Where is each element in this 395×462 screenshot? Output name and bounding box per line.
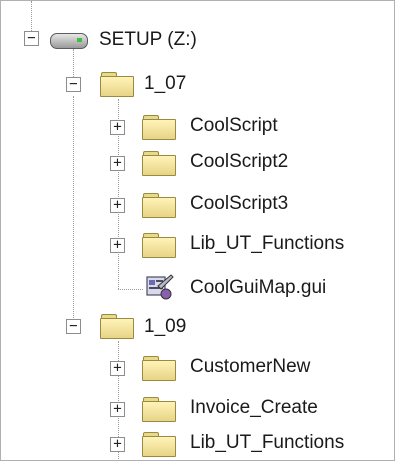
tree-node-invoice-create[interactable]: + Invoice_Create: [1, 391, 395, 427]
tree-node-lib-ut-functions[interactable]: + Lib_UT_Functions: [1, 227, 395, 263]
folder-icon: [142, 395, 176, 422]
collapse-toggle[interactable]: −: [24, 31, 39, 46]
tree-node-label: Lib_UT_Functions: [190, 233, 345, 254]
folder-icon: [142, 231, 176, 258]
folder-icon: [100, 312, 134, 339]
expand-toggle[interactable]: +: [110, 120, 125, 135]
tree-node-1-07[interactable]: − 1_07: [1, 67, 395, 103]
tree-node-coolscript[interactable]: + CoolScript: [1, 109, 395, 145]
tree-node-label: CustomerNew: [190, 356, 311, 377]
tree-node-label: Lib_UT_Functions: [190, 432, 345, 453]
tree-node-lib-ut-functions-2[interactable]: + Lib_UT_Functions: [1, 426, 395, 462]
tree-node-1-09[interactable]: − 1_09: [1, 310, 395, 346]
tree-node-coolscript3[interactable]: + CoolScript3: [1, 187, 395, 223]
expand-toggle[interactable]: +: [110, 437, 125, 452]
tree-node-label: 1_07: [144, 73, 187, 94]
expand-toggle[interactable]: +: [110, 238, 125, 253]
expand-toggle[interactable]: +: [110, 198, 125, 213]
tree-node-setup-drive[interactable]: − SETUP (Z:): [1, 23, 395, 59]
tree-node-label: CoolGuiMap.gui: [190, 277, 327, 298]
folder-icon: [142, 430, 176, 457]
folder-icon: [142, 149, 176, 176]
expand-toggle[interactable]: +: [110, 402, 125, 417]
folder-icon: [142, 191, 176, 218]
tree-node-label: CoolScript2: [190, 151, 289, 172]
tree-view-panel: − SETUP (Z:) − 1_07 + CoolScript + CoolS…: [0, 0, 395, 461]
tree-node-coolguimap-file[interactable]: CoolGuiMap.gui: [1, 271, 395, 307]
expand-toggle[interactable]: +: [110, 156, 125, 171]
tree-node-customernew[interactable]: + CustomerNew: [1, 350, 395, 386]
gui-map-file-icon: [146, 274, 174, 300]
collapse-toggle[interactable]: −: [66, 319, 81, 334]
tree-node-label: SETUP (Z:): [99, 29, 197, 50]
tree-node-label: Invoice_Create: [190, 397, 318, 418]
expand-toggle[interactable]: +: [110, 361, 125, 376]
folder-icon: [142, 113, 176, 140]
folder-icon: [100, 70, 134, 97]
collapse-toggle[interactable]: −: [66, 77, 81, 92]
tree-node-label: CoolScript3: [190, 193, 289, 214]
folder-icon: [142, 354, 176, 381]
tree-node-label: 1_09: [144, 316, 187, 337]
drive-icon: [50, 33, 88, 49]
tree-node-coolscript2[interactable]: + CoolScript2: [1, 145, 395, 181]
tree-node-label: CoolScript: [190, 115, 278, 136]
